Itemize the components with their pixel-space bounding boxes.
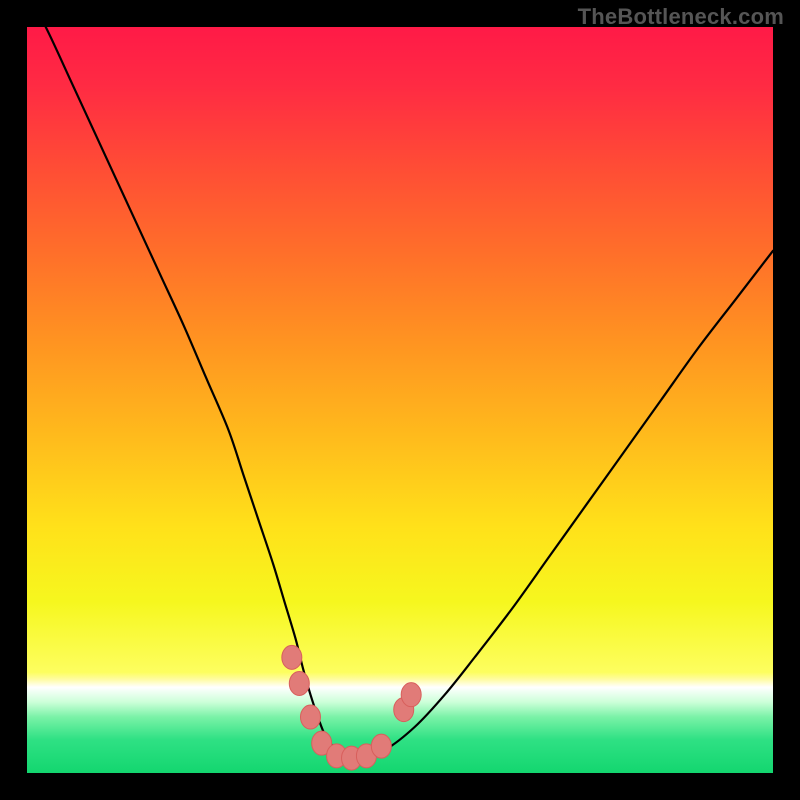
highlight-marker [401,683,421,707]
watermark-text: TheBottleneck.com [578,4,784,30]
bottleneck-chart [0,0,800,800]
highlight-marker [371,734,391,758]
highlight-marker [282,645,302,669]
highlight-marker [300,705,320,729]
highlight-marker [289,671,309,695]
chart-frame: { "watermark": "TheBottleneck.com", "col… [0,0,800,800]
